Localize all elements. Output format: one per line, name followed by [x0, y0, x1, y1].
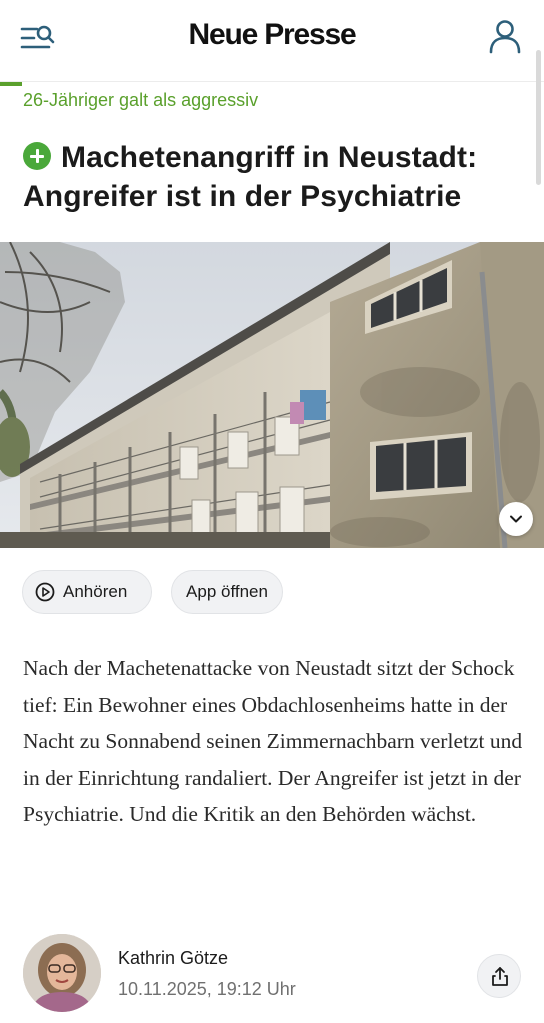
article-headline: Machetenangriff in Neustadt: Angreifer i…: [23, 138, 523, 216]
building-photo: [0, 242, 544, 548]
app-header: Neue Presse: [0, 0, 544, 82]
chevron-down-icon: [510, 515, 522, 523]
author-portrait: [23, 934, 101, 1012]
site-logo[interactable]: Neue Presse: [0, 18, 544, 52]
listen-label: Anhören: [63, 582, 128, 601]
share-icon: [492, 967, 508, 986]
play-circle-icon: [35, 582, 55, 602]
article-image[interactable]: [0, 242, 544, 548]
user-icon: [489, 20, 521, 54]
author-name[interactable]: Kathrin Götze: [118, 948, 228, 969]
profile-button[interactable]: [488, 18, 522, 58]
author-row: Kathrin Götze 10.11.2025, 19:12 Uhr: [23, 934, 523, 1014]
reading-progress-bar: [0, 82, 544, 86]
article-kicker: 26-Jähriger galt als aggressiv: [23, 90, 259, 110]
listen-button[interactable]: Anhören: [22, 570, 152, 614]
plus-circle-icon: [23, 142, 51, 170]
image-expand-button[interactable]: [499, 502, 533, 536]
open-app-button[interactable]: App öffnen: [171, 570, 283, 614]
publish-date: 10.11.2025, 19:12 Uhr: [118, 979, 296, 999]
reading-progress-fill: [0, 82, 22, 86]
article-lead: Nach der Machetenattacke von Neustadt si…: [23, 656, 523, 826]
headline-text: Machetenangriff in Neustadt: Angreifer i…: [23, 141, 478, 213]
share-button[interactable]: [477, 954, 521, 998]
author-avatar[interactable]: [23, 934, 101, 1012]
open-app-label: App öffnen: [186, 582, 268, 601]
scrollbar[interactable]: [536, 50, 541, 185]
